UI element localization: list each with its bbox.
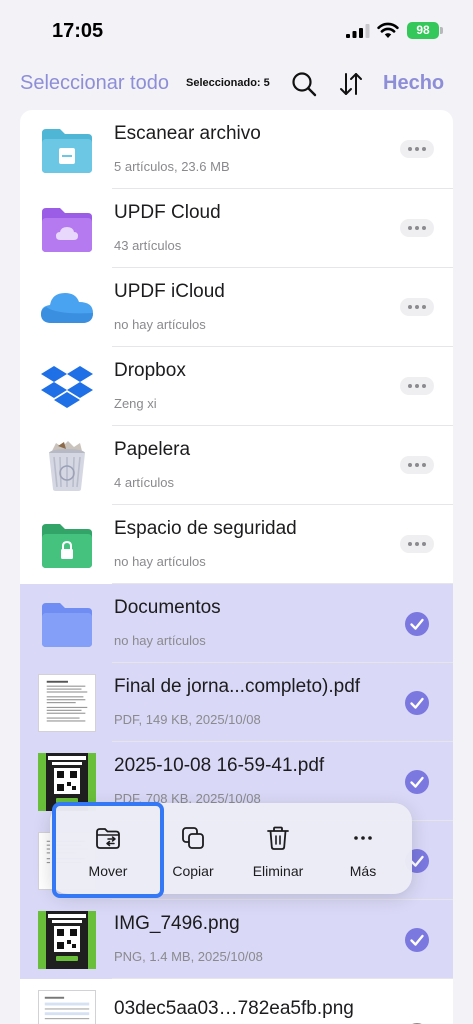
dropbox-icon <box>41 366 93 408</box>
item-title: 2025-10-08 16-59-41.pdf <box>114 755 325 776</box>
more-options-button[interactable] <box>400 535 434 553</box>
item-subtitle: 5 artículos, 23.6 MB <box>114 159 230 174</box>
more-dots-icon <box>354 836 372 840</box>
item-title: Documentos <box>114 597 221 618</box>
delete-label: Eliminar <box>252 863 304 879</box>
done-button[interactable]: Hecho <box>383 72 444 95</box>
selected-checkmark-icon[interactable] <box>405 612 429 636</box>
copy-icon <box>182 827 204 849</box>
nav-bar: Seleccionar todo Seleccionado: 5 Hecho <box>0 60 473 110</box>
blue-folder-icon <box>42 603 92 647</box>
select-all-button[interactable]: Seleccionar todo <box>20 72 169 95</box>
list-item[interactable]: Final de jorna...completo).pdf PDF, 149 … <box>20 663 453 742</box>
search-icon[interactable] <box>290 70 318 98</box>
purple-cloud-folder-icon <box>42 208 92 252</box>
selected-count-label: Seleccionado: 5 <box>186 77 270 89</box>
more-label: Más <box>349 863 377 879</box>
selected-checkmark-icon[interactable] <box>405 770 429 794</box>
wifi-icon <box>377 22 399 38</box>
list-item[interactable]: Escanear archivo 5 artículos, 23.6 MB <box>20 110 453 189</box>
list-item[interactable]: Documentos no hay artículos <box>20 584 453 663</box>
list-item[interactable]: 03dec5aa03…782ea5fb.png <box>20 979 453 1024</box>
item-subtitle: PNG, 1.4 MB, 2025/10/08 <box>114 949 263 964</box>
more-button[interactable]: Más <box>318 803 408 894</box>
item-subtitle: 4 artículos <box>114 475 174 490</box>
move-button-highlight <box>52 802 164 898</box>
item-subtitle: PDF, 149 KB, 2025/10/08 <box>114 712 261 727</box>
list-item[interactable]: Papelera 4 artículos <box>20 426 453 505</box>
item-title: UPDF iCloud <box>114 281 225 302</box>
list-item[interactable]: Espacio de seguridad no hay artículos <box>20 505 453 584</box>
pdf-document-thumbnail <box>38 674 96 732</box>
selected-checkmark-icon[interactable] <box>405 691 429 715</box>
list-item[interactable]: Dropbox Zeng xi <box>20 347 453 426</box>
item-subtitle: no hay artículos <box>114 554 206 569</box>
list-item[interactable]: IMG_7496.png PNG, 1.4 MB, 2025/10/08 <box>20 900 453 979</box>
trash-bin-icon <box>49 441 85 491</box>
cellular-signal-icon <box>346 24 370 38</box>
battery-cap <box>440 27 443 34</box>
item-title: Final de jorna...completo).pdf <box>114 676 361 697</box>
more-options-button[interactable] <box>400 456 434 474</box>
more-options-button[interactable] <box>400 298 434 316</box>
status-bar: 17:05 98 <box>0 0 473 60</box>
item-title: Papelera <box>114 439 191 460</box>
battery-indicator: 98 <box>407 22 439 39</box>
teal-scan-folder-icon <box>42 129 92 173</box>
item-title: 03dec5aa03…782ea5fb.png <box>114 998 354 1019</box>
item-subtitle: no hay artículos <box>114 317 206 332</box>
screenshot-thumbnail <box>38 990 96 1024</box>
list-item[interactable]: UPDF iCloud no hay artículos <box>20 268 453 347</box>
more-options-button[interactable] <box>400 219 434 237</box>
item-title: Dropbox <box>114 360 186 381</box>
status-time: 17:05 <box>52 20 104 42</box>
sort-icon[interactable] <box>338 70 364 98</box>
more-options-button[interactable] <box>400 140 434 158</box>
green-lock-folder-icon <box>42 524 92 568</box>
item-title: Escanear archivo <box>114 123 261 144</box>
more-options-button[interactable] <box>400 377 434 395</box>
list-item[interactable]: UPDF Cloud 43 artículos <box>20 189 453 268</box>
item-subtitle: no hay artículos <box>114 633 206 648</box>
garden-poster-thumbnail <box>38 911 96 969</box>
item-subtitle: Zeng xi <box>114 396 157 411</box>
trash-icon <box>267 826 289 850</box>
item-title: Espacio de seguridad <box>114 518 297 539</box>
selected-checkmark-icon[interactable] <box>405 928 429 952</box>
item-title: IMG_7496.png <box>114 913 240 934</box>
icloud-icon <box>41 293 93 323</box>
item-title: UPDF Cloud <box>114 202 221 223</box>
delete-button[interactable]: Eliminar <box>233 803 323 894</box>
item-subtitle: 43 artículos <box>114 238 182 253</box>
